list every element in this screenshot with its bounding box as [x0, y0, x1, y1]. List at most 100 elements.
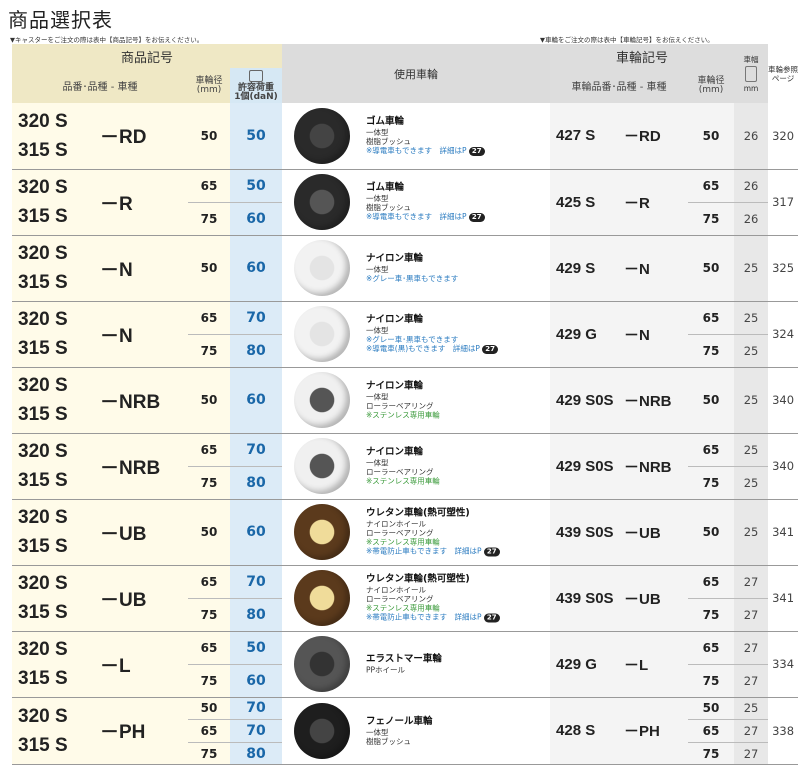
wheel-diameter: 65	[188, 565, 230, 599]
wheel-type: －RD	[624, 103, 689, 170]
wheel-code-diameter: 50	[688, 103, 735, 170]
wheel-note: ※帯電防止車もできます 詳細はP 27	[366, 547, 500, 557]
wheel-code-diameter: 75	[688, 664, 735, 698]
wheel-image	[294, 570, 351, 626]
table-row: 320 S 315 S －UB 65 70 ウレタン車輪(熱可塑性) ナイロンホイール ローラ…	[12, 565, 799, 632]
ref-page[interactable]: 338	[768, 697, 799, 766]
page-ref-badge[interactable]: 27	[468, 146, 485, 156]
wheel-model: 429 G	[550, 301, 625, 368]
model-315: 315 S	[18, 139, 68, 161]
wheel-width: 27	[734, 664, 769, 698]
wheel-width: 26	[734, 103, 769, 170]
ref-page[interactable]: 325	[768, 235, 799, 302]
wheel-image	[294, 636, 351, 692]
wheel-name: エラストマー車輪	[366, 653, 442, 665]
product-type: －NRB	[100, 433, 188, 500]
wheel-code-diameter: 65	[688, 631, 735, 665]
header-width: 車幅 mm	[734, 44, 769, 103]
wheel-image	[294, 174, 351, 230]
model-315: 315 S	[18, 470, 68, 491]
ref-page[interactable]: 317	[768, 169, 799, 236]
wheel-code-diameter: 50	[688, 697, 735, 721]
wheel-note-text: ※導電車もできます 詳細はP	[366, 212, 467, 221]
wheel-diameter: 75	[188, 334, 230, 368]
wheel-description: ウレタン車輪(熱可塑性) ナイロンホイール ローラーベアリング ※ステンレス専用車輪 ※…	[366, 574, 500, 623]
wheel-width: 25	[734, 301, 769, 335]
header-wheel-dia2: 車輪径 (mm)	[688, 68, 735, 103]
wheel-name: ウレタン車輪(熱可塑性)	[366, 573, 470, 585]
allowable-load: 60	[230, 202, 283, 236]
model-320: 320 S	[18, 573, 68, 594]
ref-page[interactable]: 340	[768, 367, 799, 434]
wheel-description: ゴム車輪 一体型 樹脂ブッシュ ※導電車もできます 詳細はP 27	[366, 116, 485, 156]
wheel-note-text: ※導電車(黒)もできます 詳細はP	[366, 344, 480, 353]
product-model: 320 S 315 S	[12, 367, 100, 434]
header-product-sub: 品番･品種 - 車種	[12, 68, 188, 103]
wheel-used: ナイロン車輪 一体型 ※グレー車･黒車もできます ※導電車(黒)もできます 詳細はP …	[282, 301, 551, 368]
wheel-spec: ナイロンホイール	[366, 519, 427, 529]
wheel-description: ナイロン車輪 一体型 ローラーベアリング ※ステンレス専用車輪	[366, 447, 440, 486]
wheel-type: －N	[624, 235, 689, 302]
wheel-width: 26	[734, 202, 769, 236]
model-315: 315 S	[18, 602, 68, 623]
wheel-used: ウレタン車輪(熱可塑性) ナイロンホイール ローラーベアリング ※ステンレス専用車輪 ※…	[282, 565, 551, 632]
ref-page[interactable]: 320	[768, 103, 799, 170]
ref-page[interactable]: 324	[768, 301, 799, 368]
wheel-note: ※グレー車･黒車もできます	[366, 335, 498, 344]
wheel-note-text: ※導電車もできます 詳細はP	[366, 145, 467, 155]
wheel-width: 27	[734, 742, 769, 766]
header-product-code: 商品記号	[12, 44, 283, 68]
page-ref-badge[interactable]: 27	[483, 613, 500, 623]
wheel-width: 27	[734, 719, 769, 743]
wheel-code-diameter: 75	[688, 202, 735, 236]
wheel-model: 429 S0S	[550, 433, 625, 500]
wheel-description: ウレタン車輪(熱可塑性) ナイロンホイール ローラーベアリング ※ステンレス専用車輪 ※…	[366, 508, 500, 557]
model-320: 320 S	[18, 705, 68, 727]
ref-page[interactable]: 341	[768, 499, 799, 566]
product-model: 320 S 315 S	[12, 235, 100, 302]
wheel-diameter: 75	[188, 664, 230, 698]
wheel-diameter: 65	[188, 719, 230, 743]
wheel-note-text: ※帯電防止車もできます 詳細はP	[366, 612, 482, 622]
allowable-load: 60	[230, 235, 283, 302]
wheel-description: フェノール車輪 一体型 樹脂ブッシュ	[366, 716, 433, 746]
wheel-description: ゴム車輪 一体型 樹脂ブッシュ ※導電車もできます 詳細はP 27	[366, 182, 485, 222]
allowable-load: 80	[230, 742, 283, 766]
wheel-note: ※帯電防止車もできます 詳細はP 27	[366, 613, 500, 623]
ref-page[interactable]: 334	[768, 631, 799, 698]
wheel-note-green: ※ステンレス専用車輪	[366, 476, 440, 486]
table-row: 320 S 315 S －NRB 65 70 ナイロン車輪 一体型 ローラーベアリング ※ステン…	[12, 433, 799, 500]
allowable-load: 70	[230, 719, 283, 743]
wheel-code-diameter: 65	[688, 433, 735, 467]
header-wheel-code: 車輪記号	[550, 44, 735, 68]
wheel-type: －N	[624, 301, 689, 368]
wheel-description: ナイロン車輪 一体型 ※グレー車･黒車もできます ※導電車(黒)もできます 詳細はP …	[366, 314, 499, 354]
header-wheel-dia-unit: (mm)	[196, 84, 222, 95]
wheel-code-diameter: 75	[688, 334, 735, 368]
page-ref-badge[interactable]: 27	[468, 213, 485, 222]
wheel-width: 25	[734, 499, 769, 566]
page-ref-badge[interactable]: 27	[482, 345, 499, 354]
wheel-model: 439 S0S	[550, 499, 625, 566]
header-width-label: 車幅	[743, 54, 759, 64]
wheel-code-diameter: 50	[688, 367, 735, 434]
load-icon	[249, 69, 263, 82]
allowable-load: 60	[230, 664, 283, 698]
wheel-description: ナイロン車輪 一体型 ローラーベアリング ※ステンレス専用車輪	[366, 381, 440, 420]
wheel-used: ウレタン車輪(熱可塑性) ナイロンホイール ローラーベアリング ※ステンレス専用車輪 ※…	[282, 499, 551, 566]
table-row: 320 S 315 S －R 65 50 ゴム車輪 一体型 樹脂ブッシュ ※導電車もできます 詳…	[12, 169, 799, 236]
wheel-diameter: 50	[188, 235, 230, 302]
wheel-spec: 一体型	[366, 194, 389, 203]
allowable-load: 80	[230, 334, 283, 368]
model-320: 320 S	[18, 177, 68, 198]
allowable-load: 70	[230, 433, 283, 467]
wheel-name: ゴム車輪	[366, 182, 405, 193]
wheel-width: 25	[734, 433, 769, 467]
wheel-diameter: 75	[188, 598, 230, 632]
ref-page[interactable]: 340	[768, 433, 799, 500]
wheel-spec: 一体型	[366, 727, 389, 737]
table-row: 320 S 315 S －NRB 50 60 ナイロン車輪 一体型 ローラーベアリング ※ステン…	[12, 367, 799, 434]
wheel-code-diameter: 65	[688, 169, 735, 203]
page-ref-badge[interactable]: 27	[483, 547, 500, 557]
ref-page[interactable]: 341	[768, 565, 799, 632]
